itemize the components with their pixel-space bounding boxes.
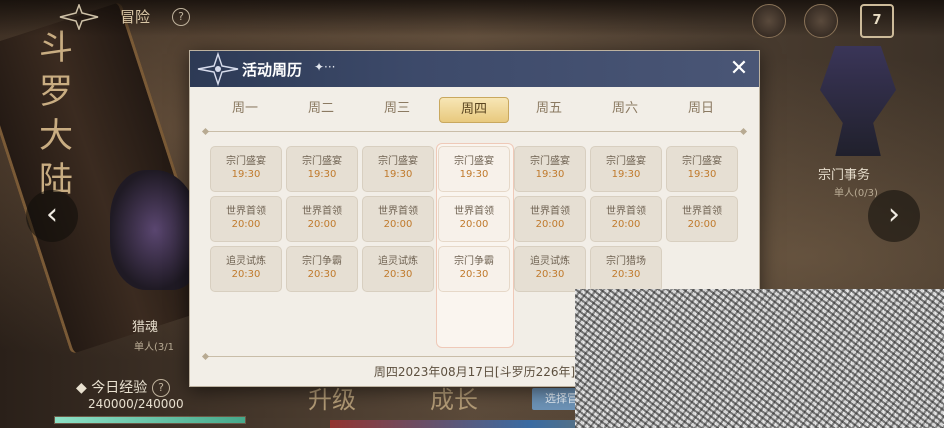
event-name: 宗门盛宴 (226, 156, 266, 167)
star-logo-icon (59, 4, 99, 30)
event-time: 19:30 (459, 169, 489, 180)
event-time: 20:00 (535, 219, 565, 230)
event-card[interactable]: 宗门盛宴 19:30 (666, 146, 738, 192)
event-card[interactable]: 宗门盛宴 19:30 (438, 146, 510, 192)
event-card[interactable]: 世界首领 20:00 (210, 196, 282, 242)
event-time: 20:00 (611, 219, 641, 230)
close-icon[interactable]: ✕ (728, 58, 750, 80)
top-divider (206, 131, 743, 132)
event-name: 宗门猎场 (606, 256, 646, 267)
event-name: 宗门争霸 (302, 256, 342, 267)
event-name: 世界首领 (606, 206, 646, 217)
exp-progress-fill (55, 417, 245, 423)
event-time: 20:00 (383, 219, 413, 230)
tab-day-2[interactable]: 周二 (287, 97, 355, 121)
event-card[interactable]: 世界首领 20:00 (590, 196, 662, 242)
event-time: 20:00 (459, 219, 489, 230)
tab-day-1[interactable]: 周一 (211, 97, 279, 121)
exp-help-icon[interactable]: ? (152, 379, 170, 397)
event-card[interactable]: 世界首领 20:00 (286, 196, 358, 242)
event-time: 20:30 (459, 269, 489, 280)
event-name: 宗门盛宴 (606, 156, 646, 167)
event-time: 19:30 (687, 169, 717, 180)
event-time: 20:30 (307, 269, 337, 280)
event-time: 20:00 (231, 219, 261, 230)
event-time: 20:30 (611, 269, 641, 280)
modal-header: 活动周历 ✦··· ✕ (190, 51, 759, 87)
modal-title: 活动周历 (242, 61, 303, 79)
event-name: 宗门盛宴 (530, 156, 570, 167)
event-name: 宗门盛宴 (454, 156, 494, 167)
event-name: 追灵试炼 (530, 256, 570, 267)
prev-arrow-button[interactable]: ‹ (26, 190, 78, 242)
event-card[interactable]: 追灵试炼 20:30 (210, 246, 282, 292)
event-name: 世界首领 (226, 206, 266, 217)
event-card[interactable]: 世界首领 20:00 (514, 196, 586, 242)
event-name: 追灵试炼 (226, 256, 266, 267)
event-card[interactable]: 世界首领 20:00 (438, 196, 510, 242)
event-name: 宗门盛宴 (378, 156, 418, 167)
event-card[interactable]: 宗门盛宴 19:30 (362, 146, 434, 192)
sect-affairs-sub: 单人(0/3) (834, 188, 878, 199)
event-name: 宗门争霸 (454, 256, 494, 267)
event-name: 世界首领 (378, 206, 418, 217)
event-card[interactable]: 宗门盛宴 19:30 (514, 146, 586, 192)
event-name: 世界首领 (302, 206, 342, 217)
hunt-sub: 单人(3/1 (134, 342, 174, 353)
event-card[interactable]: 宗门盛宴 19:30 (210, 146, 282, 192)
event-card[interactable]: 宗门盛宴 19:30 (590, 146, 662, 192)
event-name: 世界首领 (682, 206, 722, 217)
title-ornament: ✦··· (314, 60, 336, 74)
event-card[interactable]: 宗门盛宴 19:30 (286, 146, 358, 192)
event-time: 20:00 (687, 219, 717, 230)
tab-day-3[interactable]: 周三 (363, 97, 431, 121)
event-card[interactable]: 追灵试炼 20:30 (514, 246, 586, 292)
tab-day-7[interactable]: 周日 (667, 97, 735, 121)
banner-text: 斗罗大陆 (39, 28, 73, 200)
event-card[interactable]: 宗门争霸 20:30 (286, 246, 358, 292)
event-time: 19:30 (231, 169, 261, 180)
noise-overlay (575, 289, 944, 428)
event-time: 20:30 (231, 269, 261, 280)
hunt-label[interactable]: 猎魂 (132, 316, 158, 335)
event-name: 世界首领 (530, 206, 570, 217)
tab-day-5[interactable]: 周五 (515, 97, 583, 121)
settings-icon[interactable] (804, 4, 838, 38)
exp-label: ◆ 今日经验 (76, 380, 148, 396)
dragon-creature (110, 170, 200, 290)
calendar-icon[interactable]: 7 (860, 4, 894, 38)
exp-value: 240000/240000 (88, 397, 184, 411)
gallery-icon[interactable] (752, 4, 786, 38)
weekday-tabs: 周一 周二 周三 周四 周五 周六 周日 (190, 97, 759, 123)
help-icon[interactable]: ? (172, 8, 190, 26)
page-title: 冒险 (120, 8, 151, 26)
event-name: 追灵试炼 (378, 256, 418, 267)
event-name: 世界首领 (454, 206, 494, 217)
event-time: 19:30 (383, 169, 413, 180)
event-time: 19:30 (307, 169, 337, 180)
event-card[interactable]: 宗门争霸 20:30 (438, 246, 510, 292)
event-card[interactable]: 宗门猎场 20:30 (590, 246, 662, 292)
event-time: 20:30 (383, 269, 413, 280)
event-name: 宗门盛宴 (682, 156, 722, 167)
tab-day-4[interactable]: 周四 (439, 97, 509, 123)
exp-label-text: 今日经验 (91, 380, 148, 396)
event-card[interactable]: 世界首领 20:00 (666, 196, 738, 242)
event-time: 19:30 (535, 169, 565, 180)
event-time: 20:30 (535, 269, 565, 280)
event-card[interactable]: 世界首领 20:00 (362, 196, 434, 242)
event-time: 20:00 (307, 219, 337, 230)
event-time: 19:30 (611, 169, 641, 180)
star-emblem-icon (197, 52, 239, 86)
event-card[interactable]: 追灵试炼 20:30 (362, 246, 434, 292)
tab-day-6[interactable]: 周六 (591, 97, 659, 121)
sect-affairs-label[interactable]: 宗门事务 (818, 164, 870, 183)
event-name: 宗门盛宴 (302, 156, 342, 167)
exp-progress-bar (54, 416, 246, 424)
